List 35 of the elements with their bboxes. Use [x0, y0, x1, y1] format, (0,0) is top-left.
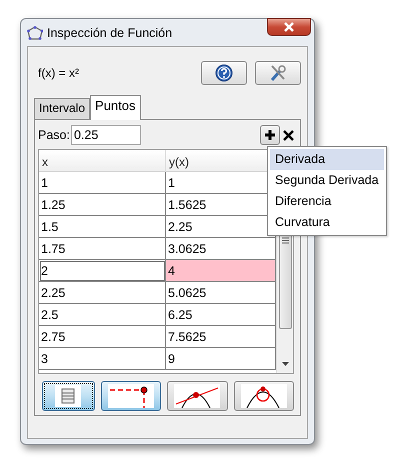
column-header: x: [39, 150, 166, 172]
plus-icon: [264, 129, 276, 141]
table-cell: 2.25: [39, 282, 166, 304]
table-cell: 1: [39, 172, 166, 194]
table-cell: 4: [166, 260, 276, 282]
tab[interactable]: Intervalo: [34, 98, 90, 119]
tools-icon: [268, 63, 288, 83]
step-field[interactable]: 0.25: [70, 125, 141, 145]
down-arrow-icon[interactable]: [282, 362, 288, 367]
tab[interactable]: Puntos: [90, 95, 141, 120]
table-icon: [55, 385, 82, 407]
table-cell: 1.5: [39, 216, 166, 238]
menu-item[interactable]: Derivada: [270, 149, 384, 170]
add-column-button[interactable]: [260, 125, 280, 145]
table-cell: 3: [39, 348, 166, 370]
tool-button[interactable]: [234, 381, 294, 411]
function-label: f(x) = x²: [38, 66, 80, 80]
table-cell: 1.25: [39, 194, 166, 216]
trace-point-icon: [108, 384, 154, 408]
close-icon: [282, 22, 296, 32]
window-title: Inspección de Función: [47, 26, 172, 40]
table-cell: 1.75: [39, 238, 166, 260]
table-cell: 2.5: [39, 304, 166, 326]
step-label: Paso:: [38, 128, 70, 142]
remove-column-button[interactable]: [283, 130, 294, 140]
tool-button[interactable]: [42, 381, 95, 411]
table-cell: 2: [39, 260, 166, 282]
close-button[interactable]: [267, 18, 311, 36]
help-icon: [215, 64, 233, 82]
help-button[interactable]: [201, 61, 247, 85]
pentagon-icon: [27, 26, 43, 40]
settings-button[interactable]: [255, 61, 301, 85]
table-cell: 2.75: [39, 326, 166, 348]
grip-icon: [282, 236, 288, 244]
close-icon: [283, 130, 294, 140]
